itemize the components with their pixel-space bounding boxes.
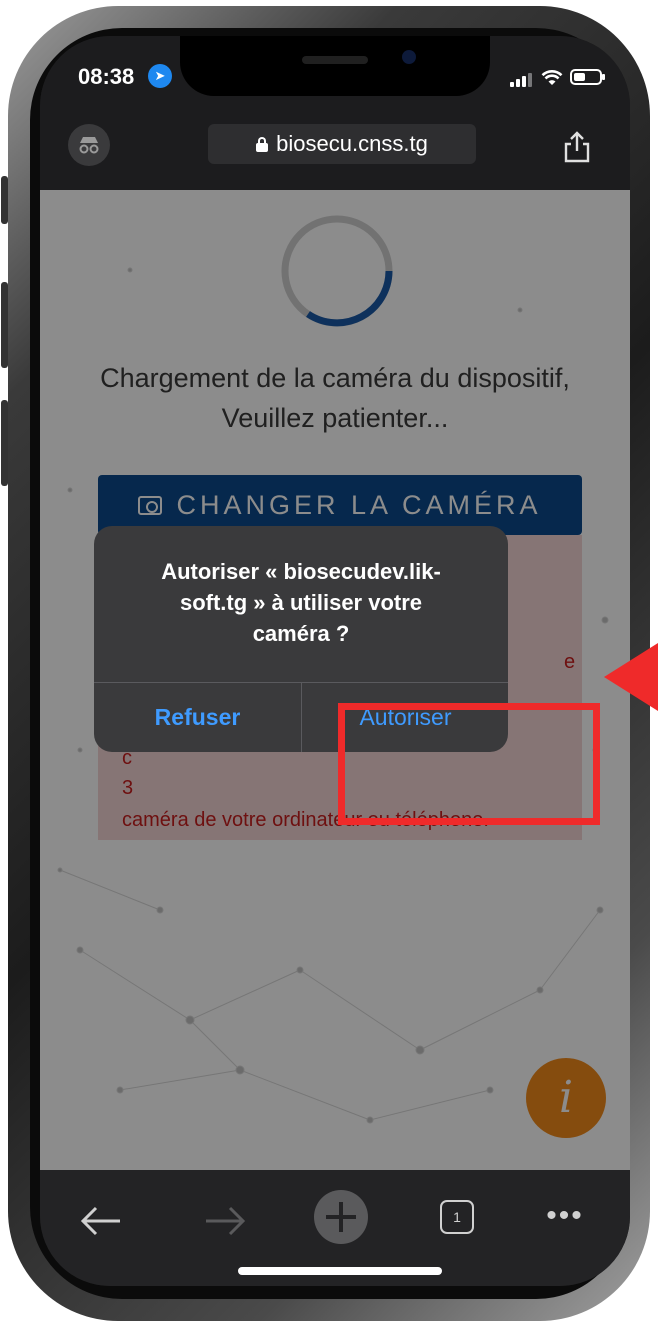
cellular-signal-icon	[510, 73, 532, 87]
url-text: biosecu.cnss.tg	[276, 131, 428, 156]
refuse-button[interactable]: Refuser	[94, 683, 301, 752]
plus-icon	[326, 1202, 356, 1232]
annotation-highlight-box	[338, 703, 600, 825]
lock-icon	[256, 136, 269, 152]
annotation-arrow	[604, 643, 658, 711]
tabs-button[interactable]: 1	[438, 1196, 478, 1246]
more-menu-button[interactable]: •••	[540, 1196, 590, 1246]
url-field[interactable]: biosecu.cnss.tg	[208, 124, 476, 164]
permission-message-line: caméra ?	[252, 621, 350, 646]
permission-message-line: Autoriser « biosecudev.lik-	[161, 559, 441, 584]
volume-down-button	[1, 400, 8, 486]
forward-arrow-icon[interactable]	[200, 1196, 248, 1246]
status-time: 08:38	[78, 64, 135, 89]
mute-switch	[1, 176, 8, 224]
new-tab-button[interactable]	[314, 1190, 368, 1244]
permission-message-line: soft.tg » à utiliser votre	[179, 590, 423, 615]
wifi-icon	[541, 70, 563, 85]
location-arrow-icon: ➤	[148, 64, 172, 88]
home-indicator	[238, 1267, 442, 1275]
address-bar-row: biosecu.cnss.tg	[40, 118, 630, 172]
front-camera	[402, 50, 416, 64]
battery-icon	[570, 69, 605, 85]
share-icon[interactable]	[562, 130, 592, 164]
earpiece-speaker	[302, 56, 368, 64]
permission-message: Autoriser « biosecudev.lik- soft.tg » à …	[118, 556, 484, 649]
incognito-icon[interactable]	[68, 124, 110, 166]
tab-count: 1	[440, 1200, 474, 1234]
device-notch	[180, 36, 490, 96]
back-arrow-icon[interactable]	[78, 1196, 126, 1246]
volume-up-button	[1, 282, 8, 368]
